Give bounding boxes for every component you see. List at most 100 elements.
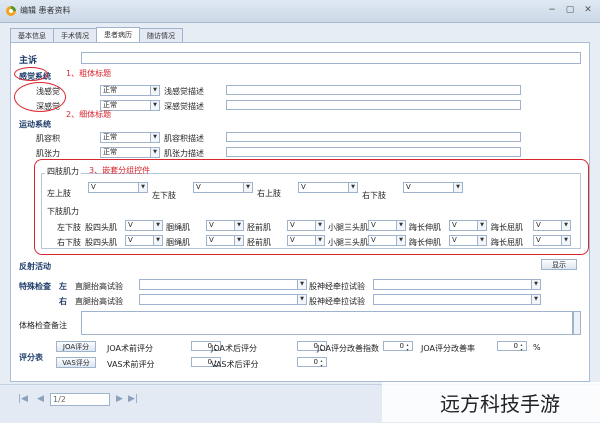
show-reflex-button[interactable]: 显示: [541, 259, 577, 270]
chevron-down-icon: ▼: [531, 295, 540, 304]
score-table-title: 评分表: [19, 353, 43, 362]
chevron-down-icon: ▼: [348, 183, 357, 192]
chevron-down-icon: ▼: [153, 221, 162, 230]
right-lower-limb-select[interactable]: V ▼: [403, 182, 463, 193]
muscle-label: 股四头肌: [85, 223, 117, 232]
muscle-label: 股四头肌: [85, 238, 117, 247]
maximize-button[interactable]: ▢: [561, 4, 579, 17]
muscle-tone-desc-input[interactable]: [226, 147, 521, 157]
muscle-label: 踇长伸肌: [409, 223, 441, 232]
note-scrollbar[interactable]: [573, 311, 581, 335]
minimize-button[interactable]: −: [543, 4, 561, 17]
vas-post-label: VAS术后评分: [211, 360, 259, 369]
app-logo-icon: [6, 6, 16, 16]
left-upper-limb-label: 左上肢: [47, 189, 71, 198]
chevron-down-icon: ▼: [138, 183, 147, 192]
muscle-select[interactable]: V ▼: [368, 235, 406, 246]
last-page-icon[interactable]: ▶|: [128, 394, 138, 404]
motor-system-title: 运动系统: [19, 120, 51, 129]
chevron-down-icon: ▼: [561, 236, 570, 245]
joa-index-spinner[interactable]: 0: [383, 341, 413, 352]
straight-leg-raise-label: 直腿抬高试验: [75, 282, 123, 291]
femoral-nerve-label: 股神经牵拉试验: [309, 282, 365, 291]
chevron-down-icon: ▼: [477, 221, 486, 230]
watermark-text: 远方科技手游: [440, 392, 560, 416]
femoral-nerve-left-select[interactable]: ▼: [373, 279, 541, 290]
chief-complaint-label: 主诉: [19, 56, 38, 66]
limb-strength-title: 四肢肌力: [45, 166, 81, 177]
physical-note-label: 体格检查备注: [19, 321, 67, 330]
chevron-down-icon: ▼: [315, 221, 324, 230]
muscle-select[interactable]: V ▼: [125, 235, 163, 246]
close-button[interactable]: ✕: [579, 4, 597, 17]
tab-followup[interactable]: 随访情况: [139, 28, 183, 43]
chevron-down-icon: ▼: [477, 236, 486, 245]
physical-note-textarea[interactable]: [81, 311, 573, 335]
muscle-label: 踇长屈肌: [491, 238, 523, 247]
muscle-select[interactable]: V ▼: [287, 235, 325, 246]
next-page-icon[interactable]: ▶: [116, 394, 123, 404]
special-left-label: 左: [59, 282, 67, 291]
muscle-select[interactable]: V ▼: [125, 220, 163, 231]
reflex-title: 反射活动: [19, 262, 51, 271]
vas-post-spinner[interactable]: 0: [297, 357, 327, 368]
title-bar: 编辑 患者资料 − ▢ ✕: [0, 0, 600, 23]
tab-basic-info[interactable]: 基本信息: [10, 28, 54, 43]
tab-medical-record[interactable]: 患者病历: [96, 27, 140, 43]
muscle-select[interactable]: V ▼: [449, 220, 487, 231]
muscle-label: 腘绳肌: [166, 223, 190, 232]
deep-desc-input[interactable]: [226, 100, 521, 110]
muscle-volume-select[interactable]: 正常 ▼: [100, 132, 160, 143]
joa-score-button[interactable]: JOA评分: [56, 341, 96, 352]
left-lower-limb-select[interactable]: V ▼: [193, 182, 253, 193]
straight-leg-raise-right-select[interactable]: ▼: [139, 294, 307, 305]
annotation-bold-title: 1、粗体标题: [66, 69, 112, 78]
page-indicator[interactable]: 1/2: [50, 393, 110, 406]
muscle-label: 胫前肌: [247, 238, 271, 247]
lower-row-side-label: 左下肢: [57, 223, 81, 232]
left-upper-limb-select[interactable]: V ▼: [88, 182, 148, 193]
prev-page-icon[interactable]: ◀: [37, 394, 44, 404]
joa-index-label: JOA评分改善指数: [317, 344, 379, 353]
muscle-volume-desc-label: 肌容积描述: [164, 134, 204, 143]
superficial-sense-select[interactable]: 正常 ▼: [100, 85, 160, 96]
deep-desc-label: 深感觉描述: [164, 102, 204, 111]
tab-surgery[interactable]: 手术情况: [53, 28, 97, 43]
annotation-thin-title: 2、细体标题: [66, 110, 112, 119]
first-page-icon[interactable]: |◀: [18, 394, 28, 404]
muscle-select[interactable]: V ▼: [533, 235, 571, 246]
muscle-select[interactable]: V ▼: [368, 220, 406, 231]
muscle-select[interactable]: V ▼: [287, 220, 325, 231]
joa-rate-spinner[interactable]: 0: [497, 341, 527, 352]
muscle-label: 小腿三头肌: [328, 238, 368, 247]
muscle-volume-desc-input[interactable]: [226, 132, 521, 142]
femoral-nerve-right-select[interactable]: ▼: [373, 294, 541, 305]
chevron-down-icon: ▼: [297, 280, 306, 289]
joa-pre-label: JOA术前评分: [107, 344, 153, 353]
muscle-select[interactable]: V ▼: [206, 235, 244, 246]
window-title: 编辑 患者资料: [20, 6, 71, 15]
lower-limb-strength-title: 下肢肌力: [47, 207, 79, 216]
muscle-volume-label: 肌容积: [36, 134, 60, 143]
straight-leg-raise-left-select[interactable]: ▼: [139, 279, 307, 290]
chief-complaint-input[interactable]: [81, 52, 581, 64]
chevron-down-icon: ▼: [153, 236, 162, 245]
lower-row-side-label: 右下肢: [57, 238, 81, 247]
muscle-select[interactable]: V ▼: [206, 220, 244, 231]
chevron-down-icon: ▼: [243, 183, 252, 192]
superficial-desc-input[interactable]: [226, 85, 521, 95]
left-lower-limb-label: 左下肢: [152, 191, 176, 200]
muscle-tone-select[interactable]: 正常 ▼: [100, 147, 160, 158]
joa-rate-unit: %: [533, 343, 541, 352]
chevron-down-icon: ▼: [561, 221, 570, 230]
chevron-down-icon: ▼: [150, 148, 159, 157]
right-lower-limb-label: 右下肢: [362, 191, 386, 200]
special-exam-title: 特殊检查: [19, 282, 51, 291]
muscle-select[interactable]: V ▼: [533, 220, 571, 231]
medical-record-panel: 主诉 感觉系统 1、粗体标题 浅感觉 正常 ▼ 浅感觉描述 深感觉 正常 ▼ 深感觉…: [10, 42, 590, 382]
right-upper-limb-select[interactable]: V ▼: [298, 182, 358, 193]
muscle-label: 踇长屈肌: [491, 223, 523, 232]
muscle-select[interactable]: V ▼: [449, 235, 487, 246]
right-upper-limb-label: 右上肢: [257, 189, 281, 198]
vas-score-button[interactable]: VAS评分: [56, 357, 96, 368]
